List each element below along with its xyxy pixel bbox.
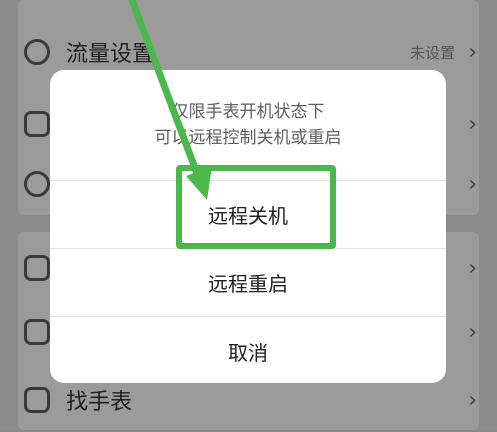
annotation-arrow (128, 0, 212, 200)
arrow-head (186, 166, 212, 200)
arrow-shaft (128, 0, 202, 180)
